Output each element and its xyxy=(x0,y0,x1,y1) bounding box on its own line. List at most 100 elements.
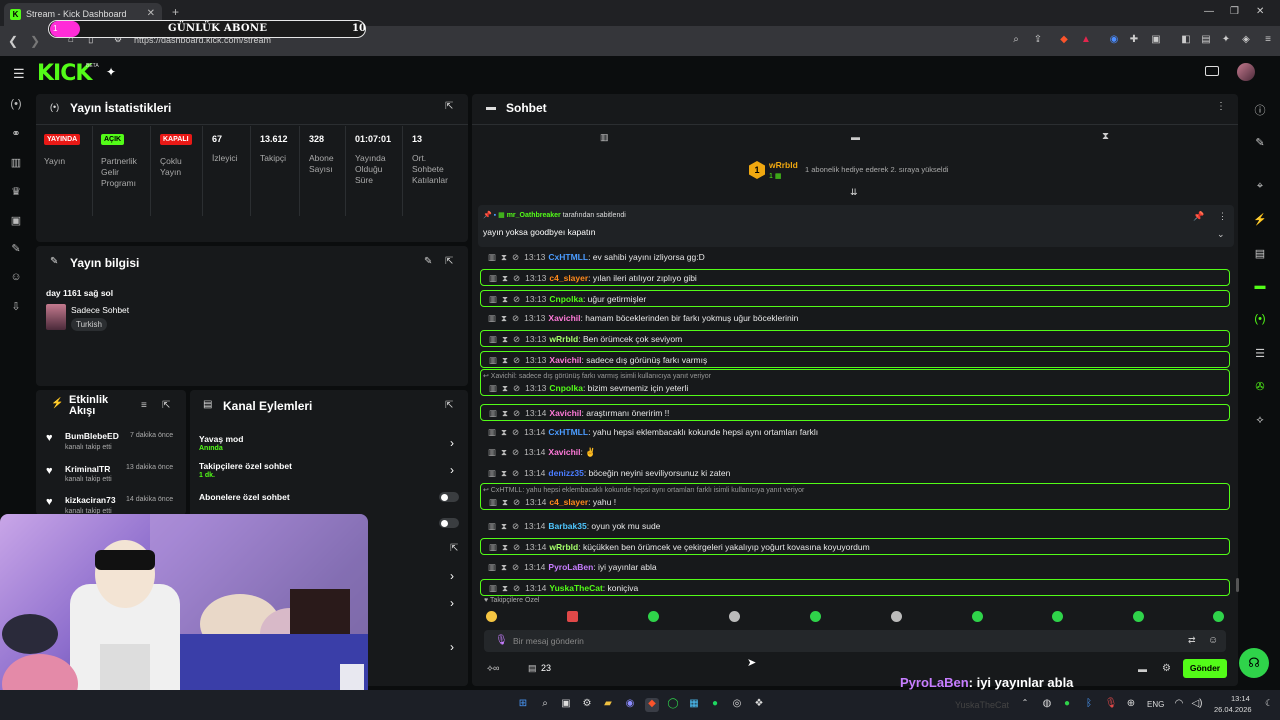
chat-message[interactable]: ▥ ⧗ ⊘ 13:14 Xavichil: araştırmanı öneririm !… xyxy=(480,403,1230,421)
ban-icon[interactable]: ⊘ xyxy=(512,468,519,478)
chat-username[interactable]: Barbak35 xyxy=(548,521,586,531)
timeout-icon[interactable]: ⧗ xyxy=(502,334,508,344)
brave-shield-icon[interactable]: ◆ xyxy=(1058,34,1070,46)
menu-icon[interactable]: ≡ xyxy=(1262,34,1274,46)
ban-icon[interactable]: ⊘ xyxy=(513,273,520,283)
timeout-icon[interactable]: ⧗ xyxy=(501,521,507,531)
chevron-right-icon[interactable]: › xyxy=(450,569,454,583)
ban-icon[interactable]: ⊘ xyxy=(513,294,520,304)
chat-message[interactable]: ▥ ⧗ ⊘ 13:14 Barbak35: oyun yok mu sude xyxy=(480,518,1230,535)
delete-icon[interactable]: ▥ xyxy=(488,468,496,478)
app-icon[interactable]: ❖ xyxy=(752,698,766,712)
window-close-icon[interactable]: ✕ xyxy=(1256,6,1264,17)
timeout-icon[interactable]: ⧗ xyxy=(501,468,507,478)
chat-username[interactable]: Xavichil xyxy=(548,313,580,323)
obs-icon[interactable]: ◎ xyxy=(730,698,744,712)
app-icon[interactable]: ◉ xyxy=(623,698,637,712)
new-tab-icon[interactable]: + xyxy=(172,5,179,19)
activity-user[interactable]: BumBlebeED xyxy=(65,431,119,441)
photos-icon[interactable]: ▦ xyxy=(687,698,701,712)
zoom-icon[interactable]: ⌕ xyxy=(1010,34,1022,46)
chevron-right-icon[interactable]: › xyxy=(450,436,454,450)
chat-message[interactable]: ▥ ⧗ ⊘ 13:14 wRrbld: küçükken ben örümcek ve … xyxy=(480,538,1230,556)
ban-icon[interactable]: ⊘ xyxy=(513,583,520,593)
chat-message[interactable]: ▥ ⧗ ⊘ 13:13 Xavichil: hamam böceklerinden bi… xyxy=(480,310,1230,327)
network-icon[interactable]: ⊕ xyxy=(1124,698,1138,712)
popout-icon[interactable]: ⇱ xyxy=(162,400,170,411)
vpn-icon[interactable]: ◈ xyxy=(1240,34,1252,46)
emote-icon[interactable] xyxy=(1052,611,1063,622)
forward-icon[interactable]: ❯ xyxy=(30,34,40,48)
info-rail-icon[interactable]: ⓘ xyxy=(1252,102,1268,118)
ban-icon[interactable]: ⊘ xyxy=(512,447,519,457)
send-button[interactable]: Gönder xyxy=(1183,659,1227,678)
chat-username[interactable]: Xavichil xyxy=(549,355,581,365)
notification-icon[interactable]: ☾ xyxy=(1262,698,1276,712)
chevron-right-icon[interactable]: › xyxy=(450,640,454,654)
chat-message[interactable]: ▥ ⧗ ⊘ 13:14 Xavichil: ✌ xyxy=(480,444,1230,461)
tray-icon[interactable]: ◍ xyxy=(1040,698,1054,712)
clock-date[interactable]: 26.04.2026 xyxy=(1214,705,1252,714)
chat-message[interactable]: ▥ ⧗ ⊘ 13:14 denizz35: böceğin neyini seviliy… xyxy=(480,465,1230,482)
top-gifter-name[interactable]: wRrbld xyxy=(769,160,798,170)
activity-user[interactable]: KriminalTR xyxy=(65,464,110,474)
delete-icon[interactable]: ▥ xyxy=(489,497,497,507)
emote-icon[interactable] xyxy=(972,611,983,622)
flash-rail-icon[interactable]: ⚡ xyxy=(1252,213,1268,226)
wrench-rail-icon[interactable]: ✇ xyxy=(1252,380,1268,393)
activity-user[interactable]: kizkaciran73 xyxy=(65,495,116,505)
chat-input[interactable] xyxy=(484,630,1226,652)
chat-message[interactable]: ▥ ⧗ ⊘ 13:13 c4_slayer: yılan ileri atılıyor … xyxy=(480,269,1230,287)
points-icon[interactable]: ⟡∞ xyxy=(487,663,499,674)
scan-rail-icon[interactable]: ⌖ xyxy=(1252,180,1268,193)
delete-icon[interactable]: ▥ xyxy=(489,273,497,283)
chevron-up-icon[interactable]: ⌃ xyxy=(1018,698,1032,712)
wifi-icon[interactable]: ◠ xyxy=(1172,698,1186,712)
timeout-icon[interactable]: ⧗ xyxy=(501,427,507,437)
timeout-icon[interactable]: ⧗ xyxy=(502,355,508,365)
collapse-icon[interactable]: ⇊ xyxy=(850,187,858,198)
chat-input-placeholder[interactable]: Bir mesaj gönderin xyxy=(513,636,584,646)
pin-tool-icon[interactable]: ✦ xyxy=(106,65,116,79)
delete-icon[interactable]: ▥ xyxy=(489,355,497,365)
extensions-icon[interactable]: ✚ xyxy=(1128,34,1140,46)
timeout-icon[interactable]: ⧗ xyxy=(501,313,507,323)
hamburger-menu-icon[interactable]: ☰ xyxy=(13,66,25,82)
delete-icon[interactable]: ▥ xyxy=(488,427,496,437)
brave-app-icon[interactable]: ◆ xyxy=(645,698,659,712)
chat-username[interactable]: Xavichil xyxy=(548,447,580,457)
support-headset-icon[interactable]: ☊ xyxy=(1239,648,1269,678)
back-icon[interactable]: ❮ xyxy=(8,34,18,48)
theater-icon[interactable] xyxy=(1205,66,1219,76)
toggle[interactable] xyxy=(439,518,459,528)
chat-message[interactable]: ▥ ⧗ ⊘ 13:14 c4_slayer: yahu ! xyxy=(480,483,1230,510)
extension-icon[interactable]: ◉ xyxy=(1108,34,1120,46)
chat-username[interactable]: denizz35 xyxy=(548,468,583,478)
delete-icon[interactable]: ▥ xyxy=(488,313,496,323)
delete-icon[interactable]: ▥ xyxy=(488,521,496,531)
chat-message[interactable]: ▥ ⧗ ⊘ 13:13 Cnpolka: bizim sevmemiz için yet… xyxy=(480,368,1230,396)
edit-rail-icon[interactable]: ✎ xyxy=(1252,136,1268,149)
delete-icon[interactable]: ▥ xyxy=(488,447,496,457)
chat-username[interactable]: YuskaTheCat xyxy=(549,583,602,593)
delete-icon[interactable]: ▥ xyxy=(489,583,497,593)
whatsapp-icon[interactable]: ◯ xyxy=(666,698,680,712)
unpin-icon[interactable]: 📌 xyxy=(1193,211,1204,222)
delete-icon[interactable]: ▥ xyxy=(488,252,496,262)
timeout-icon[interactable]: ⧗ xyxy=(502,383,508,393)
chat-message[interactable]: ▥ ⧗ ⊘ 13:14 YuskaTheCat: koniçiva xyxy=(480,578,1230,596)
bluetooth-icon[interactable]: ᛒ xyxy=(1082,698,1096,712)
chat-username[interactable]: CxHTMLL xyxy=(548,252,588,262)
timeout-icon[interactable]: ⧗ xyxy=(502,273,508,283)
popout-icon[interactable]: ⇱ xyxy=(445,101,453,112)
stream-rail-icon[interactable]: (•) xyxy=(8,98,24,110)
chat-message[interactable]: ▥ ⧗ ⊘ 13:14 PyroLaBen: iyi yayınlar abla xyxy=(480,559,1230,576)
more-icon[interactable]: ⋮ xyxy=(1218,211,1227,222)
ban-icon[interactable]: ⊘ xyxy=(512,252,519,262)
minimize-icon[interactable]: — xyxy=(1204,6,1214,17)
reading-icon[interactable]: ▤ xyxy=(1200,34,1212,46)
more-icon[interactable]: ⋮ xyxy=(1216,101,1226,112)
chat-message[interactable]: ▥ ⧗ ⊘ 13:13 Xavichil: sadece dış görünüş far… xyxy=(480,350,1230,368)
trophy-rail-icon[interactable]: ♛ xyxy=(8,185,24,198)
emote-icon[interactable] xyxy=(567,611,578,622)
